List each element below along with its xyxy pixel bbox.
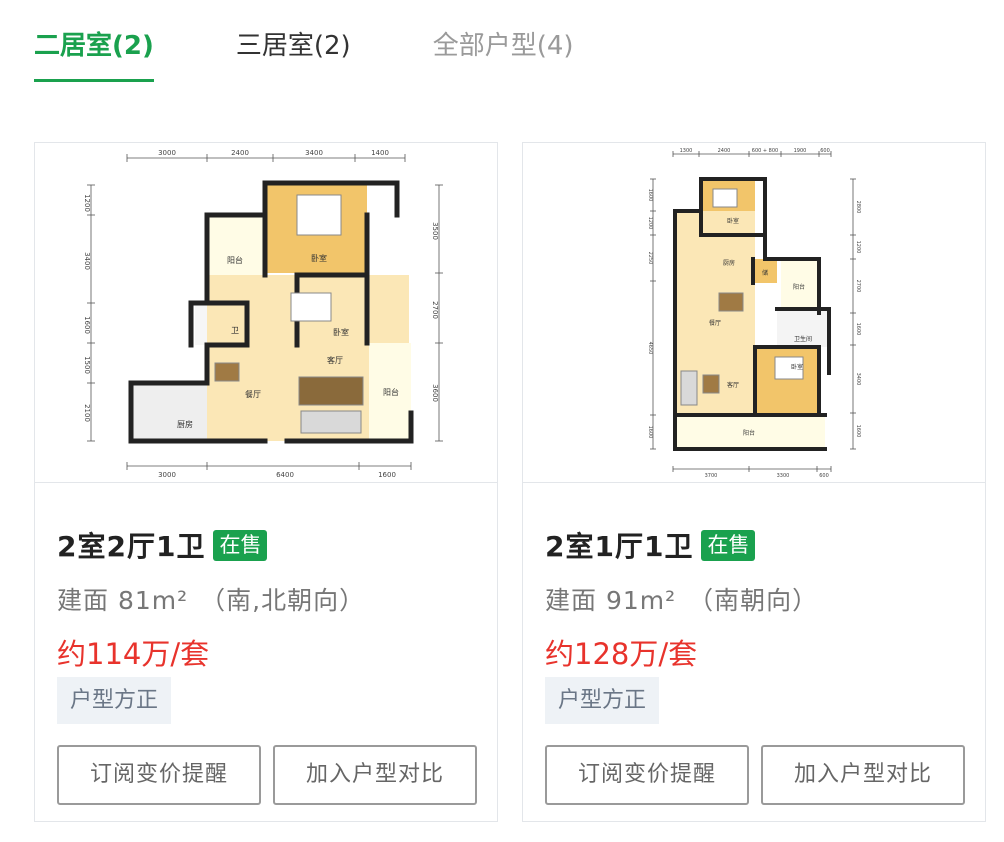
tab-all-layouts[interactable]: 全部户型(4) <box>433 0 574 82</box>
tab-two-bedroom[interactable]: 二居室(2) <box>34 0 154 82</box>
dim-label: 1600 <box>378 471 396 479</box>
tab-three-bedroom[interactable]: 三居室(2) <box>236 0 351 82</box>
dim-label: 1500 <box>83 356 91 374</box>
dim-label: 600 <box>819 473 829 479</box>
room-label: 卧室 <box>791 363 803 371</box>
orientation-text: （南,北朝向） <box>200 586 366 615</box>
dim-label: 3400 <box>305 149 323 157</box>
room-label: 客厅 <box>327 355 343 365</box>
dim-label: 2250 <box>647 252 653 265</box>
add-to-compare-button[interactable]: 加入户型对比 <box>761 745 965 805</box>
feature-tag: 户型方正 <box>545 677 660 724</box>
dim-label: 1600 <box>647 426 653 439</box>
dim-label: 3700 <box>705 473 718 479</box>
dim-label: 2700 <box>431 301 439 319</box>
area-orientation: 建面 91m² （南朝向） <box>545 581 818 617</box>
status-badge: 在售 <box>213 529 268 561</box>
dim-label: 3400 <box>83 252 91 270</box>
room-label: 客厅 <box>727 381 739 389</box>
room-label: 卫生间 <box>794 335 812 343</box>
dim-label: 1200 <box>83 194 91 212</box>
dim-label: 600 + 800 <box>752 148 778 154</box>
floorplan-card[interactable]: 3000 2400 3400 1400 3000 6400 1600 1200 … <box>34 142 498 822</box>
unit-title[interactable]: 2室1厅1卫 <box>545 525 693 565</box>
price-text: 约128万/套 <box>545 637 698 671</box>
tab-label: 二居室(2) <box>34 31 154 61</box>
tab-label: 全部户型(4) <box>432 31 574 61</box>
room-label: 阳台 <box>383 387 399 397</box>
feature-tag: 户型方正 <box>57 677 172 724</box>
room-label: 餐厅 <box>245 390 261 399</box>
layout-tabs: 二居室(2) 三居室(2) 全部户型(4) <box>34 0 574 82</box>
floorplan-image[interactable]: 3000 2400 3400 1400 3000 6400 1600 1200 … <box>35 143 497 483</box>
dim-label: 1200 <box>855 241 861 254</box>
tab-label: 三居室(2) <box>235 31 351 61</box>
floorplan-card[interactable]: 1300 2400 600 + 800 1900 600 3700 3300 6… <box>522 142 986 822</box>
dim-label: 3400 <box>855 373 861 386</box>
room-label: 阳台 <box>227 255 243 265</box>
room-label: 厨房 <box>177 419 193 429</box>
card-actions: 订阅变价提醒 加入户型对比 <box>545 745 965 805</box>
dim-label: 2100 <box>83 404 91 422</box>
area-text: 建面 81m² <box>57 586 189 615</box>
dim-label: 1600 <box>855 425 861 438</box>
dim-label: 3000 <box>158 471 176 479</box>
dim-label: 1600 <box>647 189 653 202</box>
dim-label: 3600 <box>431 384 439 402</box>
unit-title[interactable]: 2室2厅1卫 <box>57 525 205 565</box>
dim-label: 3300 <box>777 473 790 479</box>
room-label: 卧室 <box>311 253 327 263</box>
room-label: 卫 <box>231 326 239 335</box>
dim-label: 3500 <box>431 222 439 240</box>
room-label: 卧室 <box>727 217 739 225</box>
card-title-row: 2室1厅1卫 在售 <box>545 525 756 565</box>
area-text: 建面 91m² <box>545 586 677 615</box>
dim-label: 1900 <box>794 148 807 154</box>
add-to-compare-button[interactable]: 加入户型对比 <box>273 745 477 805</box>
status-badge: 在售 <box>701 529 756 561</box>
card-title-row: 2室2厅1卫 在售 <box>57 525 268 565</box>
card-actions: 订阅变价提醒 加入户型对比 <box>57 745 477 805</box>
dim-label: 3000 <box>158 149 176 157</box>
room-label: 卧室 <box>333 327 349 337</box>
area-orientation: 建面 81m² （南,北朝向） <box>57 581 365 617</box>
room-label: 餐厅 <box>709 319 721 327</box>
room-label: 厨房 <box>723 259 735 267</box>
room-label: 储 <box>762 269 768 277</box>
room-label: 阳台 <box>793 283 805 291</box>
floorplan-image[interactable]: 1300 2400 600 + 800 1900 600 3700 3300 6… <box>523 143 985 483</box>
dim-label: 2400 <box>718 148 731 154</box>
price-text: 约114万/套 <box>57 637 210 671</box>
dim-label: 1600 <box>855 323 861 336</box>
dim-label: 1300 <box>680 148 693 154</box>
dim-label: 4650 <box>647 342 653 355</box>
dim-label: 1200 <box>647 217 653 230</box>
dim-label: 6400 <box>276 471 294 479</box>
room-label: 阳台 <box>743 429 755 437</box>
dim-label: 2400 <box>231 149 249 157</box>
subscribe-price-alert-button[interactable]: 订阅变价提醒 <box>545 745 749 805</box>
dim-label: 1400 <box>371 149 389 157</box>
active-tab-indicator <box>34 79 154 82</box>
dim-label: 1600 <box>83 316 91 334</box>
floorplan-drawing: 1300 2400 600 + 800 1900 600 3700 3300 6… <box>647 148 861 479</box>
dim-label: 2800 <box>855 201 861 214</box>
floorplan-drawing: 3000 2400 3400 1400 3000 6400 1600 1200 … <box>83 149 443 479</box>
dim-label: 600 <box>820 148 830 154</box>
dim-label: 2700 <box>855 280 861 293</box>
orientation-text: （南朝向） <box>688 586 819 615</box>
subscribe-price-alert-button[interactable]: 订阅变价提醒 <box>57 745 261 805</box>
